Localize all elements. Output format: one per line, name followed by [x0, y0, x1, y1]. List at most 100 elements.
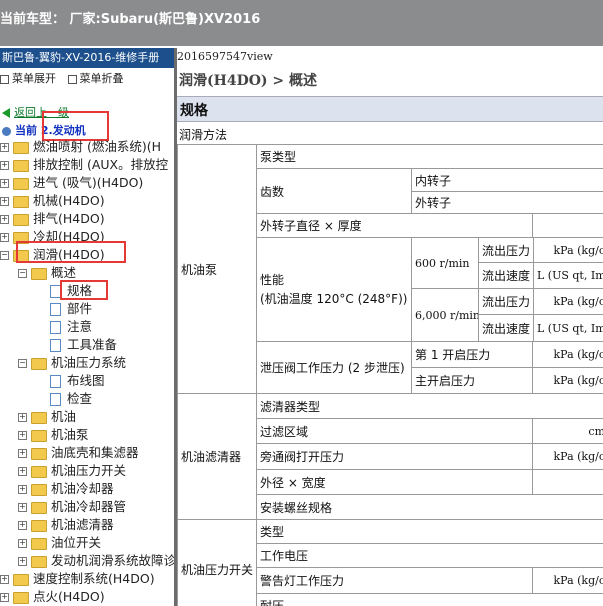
expand-icon: +	[18, 448, 27, 458]
tree-item-tools[interactable]: 工具准备	[50, 336, 117, 354]
outer-rotor: 外转子	[411, 191, 603, 214]
tree-item-parts[interactable]: 部件	[50, 300, 92, 318]
lrate-600: L (US qt, Imp	[533, 262, 603, 289]
tree-item-intake[interactable]: + 进气 (吸气)(H4DO)	[0, 174, 143, 192]
performance-label: 性能	[260, 272, 285, 287]
folder-icon	[13, 177, 29, 190]
discharge-pressure-600: 流出压力	[478, 237, 534, 263]
document-icon	[50, 375, 61, 388]
collapse-all-button[interactable]: 菜单折叠	[67, 72, 124, 85]
value-cell	[532, 469, 603, 495]
expand-icon: +	[0, 214, 9, 224]
value-cell	[532, 213, 603, 238]
tree-item-oil[interactable]: + 机油	[18, 408, 76, 426]
kpa-warning: kPa (kg/c	[532, 567, 603, 594]
folder-icon	[31, 483, 47, 496]
tree-item-inspection[interactable]: 检查	[50, 390, 92, 408]
outer-width: 外径 × 宽度	[256, 469, 533, 495]
tree-item-oil-filter[interactable]: + 机油滤清器	[18, 516, 114, 534]
tree-item-emission[interactable]: + 排放控制 (AUX。排放控	[0, 156, 168, 174]
kpa-bypass: kPa (kg/c	[532, 443, 603, 470]
folder-open-icon	[31, 357, 47, 370]
collapse-icon	[67, 74, 77, 84]
folder-icon	[13, 159, 29, 172]
folder-icon	[31, 519, 47, 532]
folder-icon	[13, 195, 29, 208]
section-title: 规格	[180, 103, 208, 119]
expand-icon: +	[0, 178, 9, 188]
filter-area: 过滤区域	[256, 418, 533, 444]
tree-item-oil-cooler-pipe[interactable]: + 机油冷却器管	[18, 498, 126, 516]
warning-pressure: 警告灯工作压力	[256, 567, 533, 594]
filter-type: 滤清器类型	[256, 393, 603, 419]
switch-type: 类型	[256, 519, 603, 544]
tree-item-level-switch[interactable]: + 油位开关	[18, 534, 101, 552]
folder-icon	[13, 573, 29, 586]
tree-item-oil-pan[interactable]: + 油底壳和集滤器	[18, 444, 139, 462]
tree-item-ignition[interactable]: + 点火(H4DO)	[0, 588, 105, 606]
expand-icon: +	[18, 466, 27, 476]
folder-icon	[31, 429, 47, 442]
folder-icon	[13, 591, 29, 604]
row-label-pressure-switch: 机油压力开关	[177, 519, 257, 606]
folder-open-icon	[31, 267, 47, 280]
document-icon	[50, 339, 61, 352]
folder-icon	[31, 555, 47, 568]
inner-rotor: 内转子	[411, 168, 603, 192]
cm-value: cm	[532, 418, 603, 444]
content-panel: 2016597547view 润滑(H4DO) > 概述 规格 润滑方法 机油泵…	[177, 48, 603, 606]
section-header: 规格	[177, 96, 603, 122]
collapse-icon: −	[18, 358, 27, 368]
rpm-6000: 6,000 r/min	[411, 288, 479, 342]
kpa-main: kPa (kg/c	[532, 367, 603, 394]
folder-icon	[31, 537, 47, 550]
expand-icon: +	[0, 142, 9, 152]
kpa-first: kPa (kg/c	[532, 341, 603, 368]
expand-icon: +	[0, 160, 9, 170]
working-voltage: 工作电压	[256, 543, 603, 568]
main-open-pressure: 主开启压力	[411, 367, 533, 394]
tree-item-oil-cooler[interactable]: + 机油冷却器	[18, 480, 114, 498]
expand-icon: +	[18, 430, 27, 440]
document-icon	[50, 321, 61, 334]
kpa-6000: kPa (kg/c	[533, 288, 603, 315]
current-model-text: 当前车型： 厂家:Subaru(斯巴鲁)XV2016	[0, 12, 261, 27]
kpa-600: kPa (kg/c	[533, 237, 603, 263]
outer-rotor-dim: 外转子直径 × 厚度	[256, 213, 533, 238]
bypass-pressure: 旁通阀打开压力	[256, 443, 533, 470]
highlight-box	[16, 241, 126, 263]
collapse-icon: −	[18, 268, 27, 278]
highlight-box	[42, 111, 109, 141]
document-icon	[50, 393, 61, 406]
tree-item-mechanical[interactable]: + 机械(H4DO)	[0, 192, 105, 210]
left-panel: 斯巴鲁-翼豹-XV-2016-维修手册 菜单展开 菜单折叠 返回上一级 当前 2…	[0, 48, 174, 606]
tree-item-oil-pressure-switch[interactable]: + 机油压力开关	[18, 462, 126, 480]
row-label-oil-pump: 机油泵	[177, 144, 257, 394]
performance-sub: (机油温度 120°C (248°F))	[260, 291, 408, 306]
folder-icon	[13, 141, 29, 154]
location-icon	[2, 126, 11, 136]
rpm-600: 600 r/min	[411, 237, 479, 289]
tree-item-fuel[interactable]: + 燃油喷射 (燃油系统)(H	[0, 138, 161, 156]
row-label-oil-filter: 机油滤清器	[177, 393, 257, 520]
folder-icon	[31, 447, 47, 460]
tree-item-caution[interactable]: 注意	[50, 318, 92, 336]
expand-icon: +	[18, 502, 27, 512]
lrate-6000: L (US qt, Imp	[533, 314, 603, 342]
expand-all-button[interactable]: 菜单展开	[0, 72, 56, 85]
expand-icon: +	[0, 232, 9, 242]
tree-item-diagnostics[interactable]: + 发动机润滑系统故障诊	[18, 552, 174, 570]
expand-icon: +	[18, 484, 27, 494]
expand-icon: +	[18, 556, 27, 566]
highlight-box	[60, 280, 108, 300]
folder-icon	[13, 213, 29, 226]
tree-item-exhaust[interactable]: + 排气(H4DO)	[0, 210, 105, 228]
menu-controls: 菜单展开 菜单折叠	[0, 70, 132, 86]
expand-icon	[0, 74, 9, 84]
pump-type: 泵类型	[256, 144, 603, 169]
tree-item-oil-pump[interactable]: + 机油泵	[18, 426, 89, 444]
tree-item-oil-pressure-system[interactable]: − 机油压力系统	[18, 354, 126, 372]
tree-item-speed-control[interactable]: + 速度控制系统(H4DO)	[0, 570, 155, 588]
expand-icon: +	[0, 196, 9, 206]
tree-item-wiring[interactable]: 布线图	[50, 372, 105, 390]
